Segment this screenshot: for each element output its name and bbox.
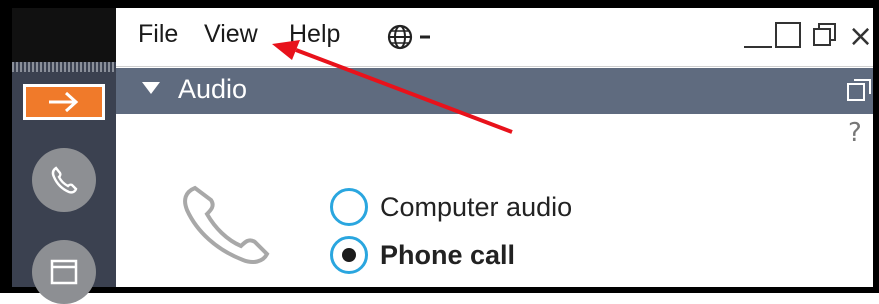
radio-circle[interactable] <box>330 236 368 274</box>
audio-section-title: Audio <box>178 74 248 104</box>
arrow-right-icon <box>49 91 79 113</box>
menu-help[interactable]: Help <box>289 20 340 49</box>
collapse-triangle-icon[interactable] <box>142 82 160 94</box>
collapse-panel-button[interactable] <box>23 84 105 120</box>
window-icon <box>50 259 78 285</box>
radio-computer-audio[interactable]: Computer audio <box>330 188 572 226</box>
help-button[interactable]: ? <box>848 118 862 148</box>
chevron-down-icon <box>420 35 430 39</box>
radio-label: Computer audio <box>380 191 573 222</box>
screen-border-right <box>873 0 879 293</box>
radio-circle[interactable] <box>330 188 368 226</box>
screen-border-bottom <box>0 287 879 293</box>
phone-icon <box>51 166 78 194</box>
language-selector[interactable] <box>386 23 432 51</box>
restore-icon[interactable] <box>812 22 838 48</box>
minimize-icon[interactable] <box>744 22 772 48</box>
audio-side-button[interactable] <box>32 148 96 212</box>
phone-handset-icon <box>183 185 270 264</box>
sidebar-grip[interactable] <box>12 62 116 72</box>
close-icon[interactable]: × <box>848 19 873 54</box>
menu-file[interactable]: File <box>138 20 178 49</box>
radio-selected-dot <box>342 248 356 262</box>
radio-phone-call[interactable]: Phone call <box>330 236 515 274</box>
globe-icon <box>387 24 413 50</box>
maximize-icon[interactable] <box>775 22 801 48</box>
screen-share-side-button[interactable] <box>32 240 96 304</box>
screen-border-left <box>0 0 12 293</box>
radio-label: Phone call <box>380 239 516 270</box>
screen-border-top <box>0 0 879 8</box>
popout-icon[interactable] <box>846 78 872 106</box>
menu-view[interactable]: View <box>204 20 258 49</box>
